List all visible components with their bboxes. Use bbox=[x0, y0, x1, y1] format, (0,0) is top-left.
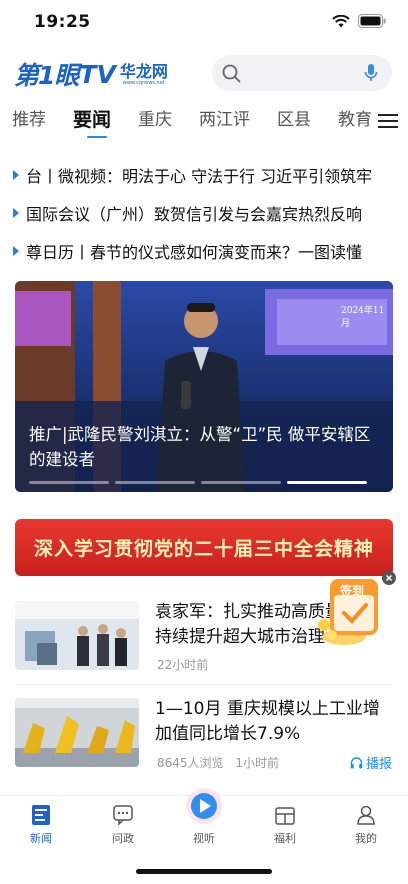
bullet-icon bbox=[13, 170, 19, 180]
featured-banner[interactable]: 推广|武隆民警刘淇立：从警“卫”民 做平安辖区的建设者 2024年11月 bbox=[15, 281, 393, 492]
carousel-dot[interactable] bbox=[201, 481, 281, 484]
gift-icon bbox=[275, 807, 295, 825]
wifi-icon bbox=[332, 14, 350, 27]
ticker-text: 台丨微视频：明法于心 守法于行 习近平引领筑牢 bbox=[26, 167, 373, 186]
news-photo bbox=[15, 601, 139, 670]
nav-welfare-label: 福利 bbox=[274, 832, 296, 845]
news-photo bbox=[15, 698, 139, 767]
news-time: 1小时前 bbox=[235, 756, 280, 770]
news-views: 8645人浏览 bbox=[157, 756, 224, 770]
nav-news-label: 新闻 bbox=[30, 832, 52, 845]
news-thumbnail[interactable] bbox=[15, 601, 139, 670]
home-indicator bbox=[136, 869, 272, 874]
carousel-dot[interactable] bbox=[29, 481, 109, 484]
user-icon bbox=[357, 805, 375, 825]
audio-broadcast-button[interactable]: 播报 bbox=[350, 753, 392, 772]
carousel-dots bbox=[29, 481, 367, 484]
banner-screen-date: 2024年11月 bbox=[341, 306, 385, 329]
nav-video[interactable]: 视听 bbox=[174, 786, 234, 846]
carousel-dot-active[interactable] bbox=[287, 481, 367, 484]
ticker-item[interactable]: 台丨微视频：明法于心 守法于行 习近平引领筑牢 bbox=[0, 159, 408, 191]
ticker-item[interactable]: 国际会议（广州）致贺信引发与会嘉宾热烈反响 bbox=[0, 197, 408, 229]
logo-tv-text: TV bbox=[79, 59, 116, 89]
nav-profile[interactable]: 我的 bbox=[336, 804, 396, 846]
headphones-icon bbox=[350, 756, 363, 768]
tab-liangjiang[interactable]: 两江评 bbox=[187, 104, 250, 138]
search-bar[interactable] bbox=[212, 55, 392, 91]
divider bbox=[15, 684, 393, 685]
status-icons bbox=[332, 14, 386, 28]
status-time: 19:25 bbox=[34, 12, 91, 32]
battery-icon bbox=[358, 14, 386, 28]
news-meta: 8645人浏览 1小时前 bbox=[157, 754, 279, 771]
nav-welfare[interactable]: 福利 bbox=[255, 804, 315, 846]
tab-chongqing[interactable]: 重庆 bbox=[126, 104, 172, 138]
news-title[interactable]: 1—10月 重庆规模以上工业增加值同比增长7.9% bbox=[155, 697, 391, 747]
carousel-dot[interactable] bbox=[115, 481, 195, 484]
banner-caption: 推广|武隆民警刘淇立：从警“卫”民 做平安辖区的建设者 bbox=[29, 425, 371, 469]
tab-headlines[interactable]: 要闻 bbox=[61, 104, 111, 138]
channel-tabs: 推荐 要闻 重庆 两江评 区县 教育 人 bbox=[0, 104, 372, 138]
tab-education[interactable]: 教育 bbox=[326, 104, 372, 138]
signin-badge[interactable]: 签到 bbox=[316, 571, 398, 651]
nav-politics[interactable]: 问政 bbox=[93, 804, 153, 846]
nav-profile-label: 我的 bbox=[355, 832, 377, 845]
nav-politics-label: 问政 bbox=[112, 832, 134, 845]
tab-recommend[interactable]: 推荐 bbox=[0, 104, 46, 138]
logo-url: www.cqnews.net bbox=[122, 79, 165, 86]
ticker-item[interactable]: 尊日历丨春节的仪式感如何演变而来？一图读懂 bbox=[0, 235, 408, 267]
app-logo[interactable]: 第1眼 TV 华龙网 www.cqnews.net bbox=[14, 54, 168, 94]
bullet-icon bbox=[13, 246, 19, 256]
nav-video-label: 视听 bbox=[193, 832, 215, 845]
news-icon bbox=[32, 805, 50, 825]
bullet-icon bbox=[13, 208, 19, 218]
play-icon bbox=[186, 788, 222, 824]
ticker-text: 国际会议（广州）致贺信引发与会嘉宾热烈反响 bbox=[26, 205, 363, 224]
logo-cn: 华龙网 bbox=[119, 61, 168, 81]
microphone-icon[interactable] bbox=[364, 63, 378, 83]
logo-main-text: 第1眼 bbox=[14, 61, 79, 90]
tab-districts[interactable]: 区县 bbox=[265, 104, 311, 138]
signin-label: 签到 bbox=[340, 584, 365, 598]
menu-icon[interactable] bbox=[376, 110, 400, 132]
slogan-banner[interactable]: 深入学习贯彻党的二十届三中全会精神 bbox=[15, 519, 393, 576]
chat-icon bbox=[113, 805, 133, 826]
close-icon[interactable] bbox=[382, 571, 396, 585]
nav-news[interactable]: 新闻 bbox=[11, 804, 71, 846]
search-icon bbox=[222, 64, 241, 83]
ticker-text: 尊日历丨春节的仪式感如何演变而来？一图读懂 bbox=[26, 243, 363, 262]
slogan-text: 深入学习贯彻党的二十届三中全会精神 bbox=[33, 538, 374, 560]
logo-sub: 华龙网 www.cqnews.net bbox=[120, 63, 168, 86]
news-thumbnail[interactable] bbox=[15, 698, 139, 767]
news-time: 22小时前 bbox=[157, 658, 209, 672]
audio-broadcast-label: 播报 bbox=[365, 757, 392, 772]
